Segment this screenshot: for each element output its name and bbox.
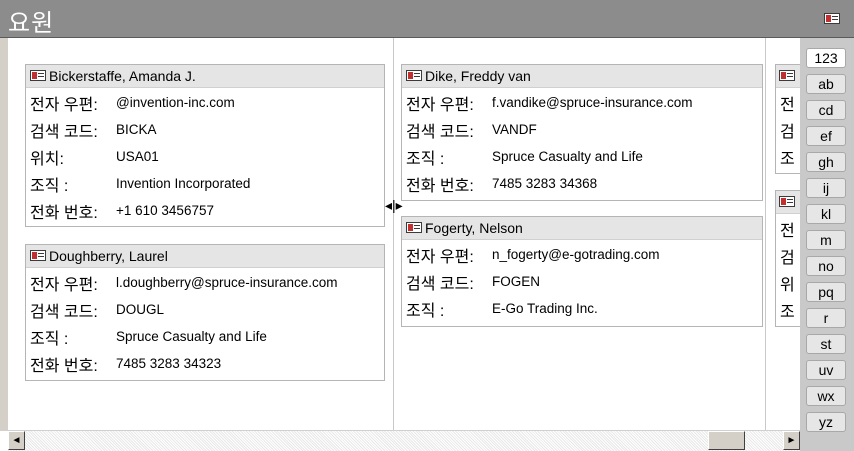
search-code-value: BICKA <box>116 122 157 137</box>
contact-card[interactable]: Dike, Freddy van 전자 우편: f.vandike@spruce-… <box>401 64 763 201</box>
index-tab-m[interactable]: m <box>806 230 846 250</box>
card-header[interactable]: Fogerty, Nelson <box>402 217 762 240</box>
email-label: 전자 우편: <box>30 97 98 114</box>
search-code-label: 검색 코드: <box>406 276 474 293</box>
organization-value: Spruce Casualty and Life <box>492 149 643 164</box>
index-tab-st[interactable]: st <box>806 334 846 354</box>
search-code-label: 검 <box>780 124 795 141</box>
organization-value: E-Go Trading Inc. <box>492 301 598 316</box>
email-value: f.vandike@spruce-insurance.com <box>492 95 693 110</box>
organization-label: 조 <box>780 151 795 168</box>
email-label: 전자 우편: <box>406 249 474 266</box>
email-label: 전자 우편: <box>30 277 98 294</box>
contact-card-icon <box>30 70 46 82</box>
index-tab-yz[interactable]: yz <box>806 412 846 432</box>
index-tab-123[interactable]: 123 <box>806 48 846 68</box>
search-code-label: 검색 코드: <box>406 124 474 141</box>
contact-card-icon[interactable] <box>824 13 840 24</box>
column-resize-cursor-icon: ◂|▸ <box>385 197 403 213</box>
contact-name: Bickerstaffe, Amanda J. <box>49 68 196 84</box>
scroll-left-button[interactable]: ◄ <box>8 431 25 450</box>
email-label: 전 <box>780 97 795 114</box>
location-label: 위 <box>780 277 795 294</box>
email-label: 전 <box>780 223 795 240</box>
organization-value: Invention Incorporated <box>116 176 251 191</box>
index-tab-pq[interactable]: pq <box>806 282 846 302</box>
card-header[interactable]: Bickerstaffe, Amanda J. <box>26 65 384 88</box>
email-value: n_fogerty@e-gotrading.com <box>492 247 660 262</box>
column-divider[interactable] <box>393 38 394 431</box>
index-tab-wx[interactable]: wx <box>806 386 846 406</box>
organization-label: 조직 : <box>406 151 445 168</box>
index-tab-ef[interactable]: ef <box>806 126 846 146</box>
contact-card-icon <box>30 250 46 262</box>
index-tab-uv[interactable]: uv <box>806 360 846 380</box>
contact-name: Fogerty, Nelson <box>425 220 523 236</box>
contact-card-icon <box>406 70 422 82</box>
cards-view[interactable]: Bickerstaffe, Amanda J. 전자 우편: @invention… <box>0 38 815 431</box>
scroll-right-button[interactable]: ► <box>783 431 800 450</box>
index-tab-kl[interactable]: kl <box>806 204 846 224</box>
title-bar: 요원 <box>0 0 854 38</box>
search-code-label: 검 <box>780 250 795 267</box>
phone-label: 전화 번호: <box>30 358 98 375</box>
search-code-value: FOGEN <box>492 274 541 289</box>
index-tab-no[interactable]: no <box>806 256 846 276</box>
phone-value: 7485 3283 34323 <box>116 356 222 371</box>
organization-label: 조직 : <box>406 303 445 320</box>
location-value: USA01 <box>116 149 159 164</box>
search-code-value: VANDF <box>492 122 537 137</box>
email-value: l.doughberry@spruce-insurance.com <box>116 275 338 290</box>
contact-card[interactable]: Bickerstaffe, Amanda J. 전자 우편: @invention… <box>25 64 385 227</box>
index-tab-bar: 123 ab cd ef gh ij kl m no pq r st uv wx… <box>800 38 854 451</box>
email-label: 전자 우편: <box>406 97 474 114</box>
index-tab-r[interactable]: r <box>806 308 846 328</box>
index-tab-ab[interactable]: ab <box>806 74 846 94</box>
index-tab-cd[interactable]: cd <box>806 100 846 120</box>
organization-value: Spruce Casualty and Life <box>116 329 267 344</box>
contact-name: Dike, Freddy van <box>425 68 531 84</box>
contact-name: Doughberry, Laurel <box>49 248 168 264</box>
card-header[interactable]: Doughberry, Laurel <box>26 245 384 268</box>
index-tab-gh[interactable]: gh <box>806 152 846 172</box>
column-divider[interactable] <box>765 38 766 431</box>
contact-card-icon <box>779 196 795 208</box>
phone-value: 7485 3283 34368 <box>492 176 598 191</box>
search-code-value: DOUGL <box>116 302 165 317</box>
search-code-label: 검색 코드: <box>30 304 98 321</box>
horizontal-scrollbar[interactable]: ◄ ► <box>8 430 800 451</box>
phone-label: 전화 번호: <box>30 205 98 222</box>
location-label: 위치: <box>30 151 64 168</box>
index-tab-ij[interactable]: ij <box>806 178 846 198</box>
search-code-label: 검색 코드: <box>30 124 98 141</box>
contact-card[interactable]: Doughberry, Laurel 전자 우편: l.doughberry@sp… <box>25 244 385 381</box>
email-value: @invention-inc.com <box>116 95 235 110</box>
contact-card-icon <box>406 222 422 234</box>
organization-label: 조직 : <box>30 331 69 348</box>
phone-label: 전화 번호: <box>406 178 474 195</box>
contact-card-icon <box>779 70 795 82</box>
window-title: 요원 <box>8 10 55 37</box>
card-header[interactable]: Dike, Freddy van <box>402 65 762 88</box>
phone-value: +1 610 3456757 <box>116 203 214 218</box>
contact-card[interactable]: Fogerty, Nelson 전자 우편: n_fogerty@e-gotrad… <box>401 216 763 327</box>
organization-label: 조 <box>780 304 795 321</box>
scroll-thumb[interactable] <box>708 431 745 450</box>
organization-label: 조직 : <box>30 178 69 195</box>
